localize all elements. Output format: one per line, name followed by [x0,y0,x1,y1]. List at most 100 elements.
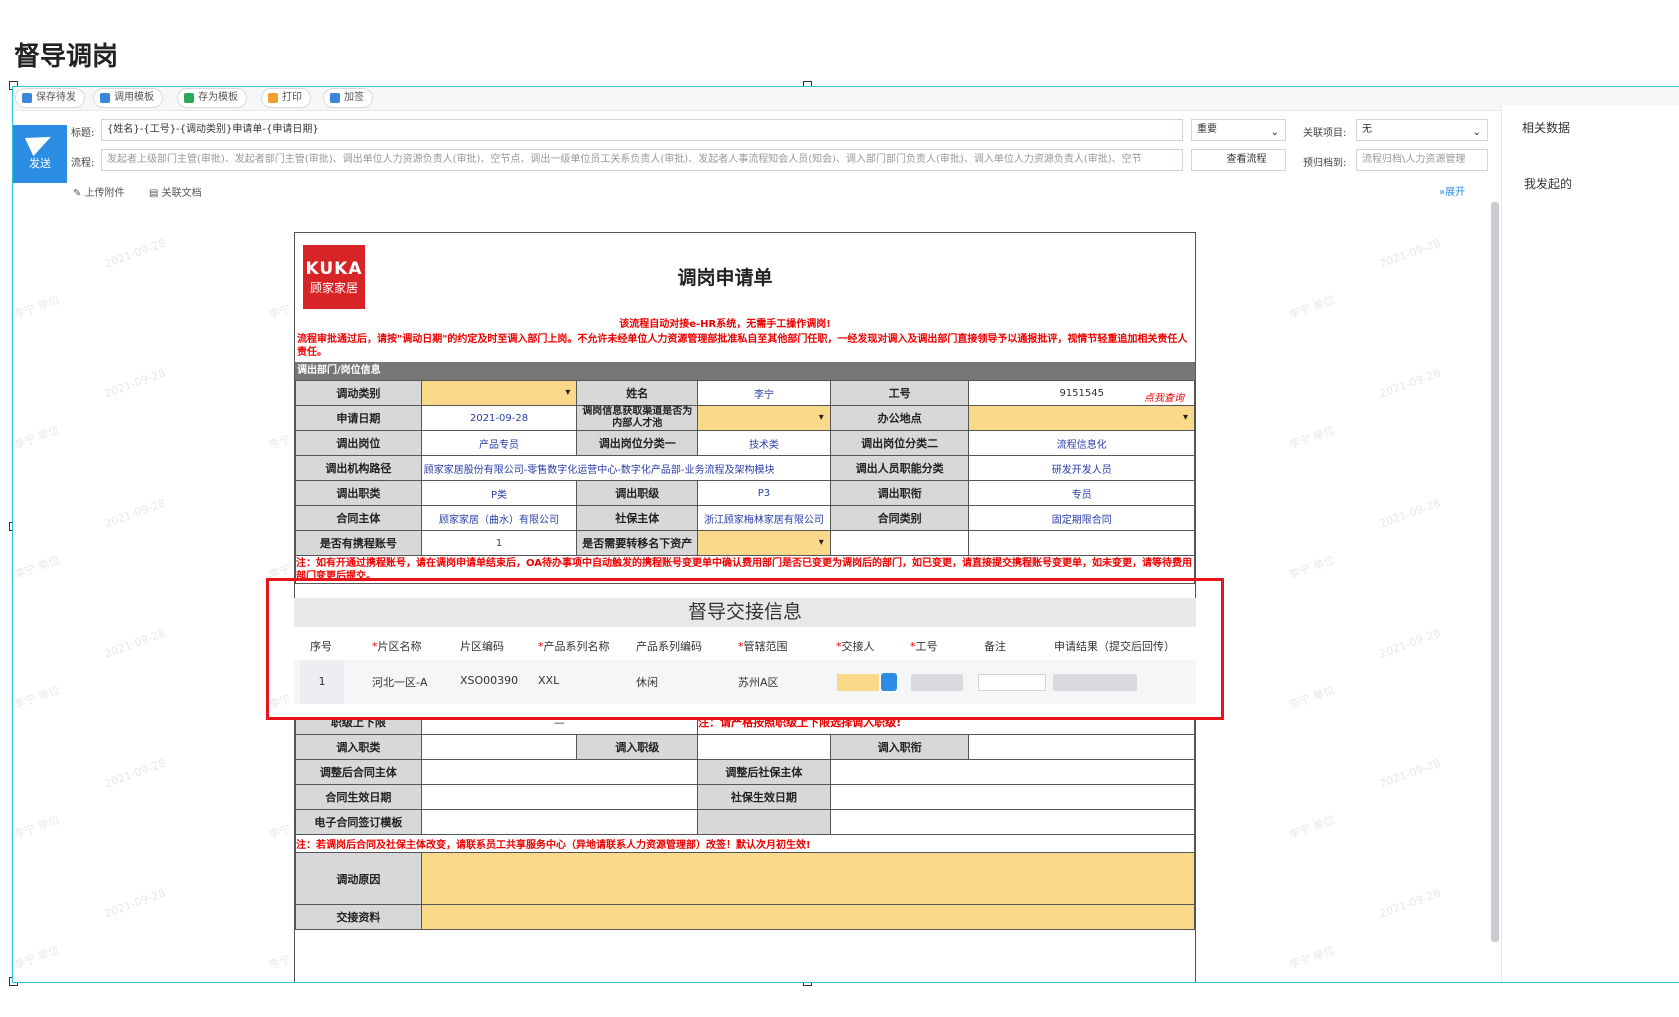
watermark-user: 李宁 单位 [12,553,62,582]
transfer-out-table: 调动类别 ▾ 姓名 李宁 工号 9151545 点我查询 申请日期 2021-09… [295,380,1195,584]
expand-label: 展开 [1445,187,1466,198]
talent-pool-select[interactable]: ▾ [697,405,831,431]
watermark-user: 李宁 单位 [12,943,62,972]
cell-label: 合同类别 [829,505,970,531]
contract-entity-input[interactable] [420,759,699,785]
add-user-icon [330,93,340,103]
embedded-screenshot: 保存待发 调用模板 存为模板 打印 加签 发送 标题: {姓名}-{工号}-{调… [12,86,1679,983]
send-plane-icon [24,127,56,157]
watermark-date: 2021-09-28 [1377,626,1443,661]
transfer-type-select[interactable]: ▾ [420,380,578,406]
watermark-user: 李宁 单位 [1287,683,1337,712]
cell-empty [829,809,1195,835]
cell-label: 调动原因 [295,852,422,905]
flow-label: 流程: [71,158,95,169]
related-project-label: 关联项目: [1303,128,1347,139]
cell-label: 调出职类 [295,480,422,506]
cell-label: 办公地点 [829,405,970,431]
transfer-in-title-input[interactable] [968,734,1195,760]
chevron-down-icon: ▾ [818,537,824,548]
watermark-user: 李宁 单位 [1287,553,1337,582]
chevron-down-icon: ▾ [565,387,571,398]
send-label: 发送 [29,157,51,170]
importance-value: 重要 [1197,124,1217,135]
cell-value: 固定期限合同 [968,505,1195,531]
send-button[interactable]: 发送 [13,125,67,183]
e-contract-template-input[interactable] [420,809,699,835]
related-project-select[interactable]: 无 ⌄ [1356,119,1488,141]
section-header: 调出部门/岗位信息 [295,362,1195,380]
save-draft-button[interactable]: 保存待发 [15,88,85,108]
handover-material-textarea[interactable] [420,904,1195,930]
watermark-date: 2021-09-28 [102,236,168,271]
social-security-entity-input[interactable] [829,759,1195,785]
cell-label: 电子合同签订模板 [295,809,422,835]
title-input[interactable]: {姓名}-{工号}-{调动类别}申请单-{申请日期} [101,119,1183,141]
cell-label: 调整后合同主体 [295,759,422,785]
watermark-date: 2021-09-28 [1377,496,1443,531]
watermark-user: 李宁 单位 [1287,293,1337,322]
cell-value: 专员 [968,480,1195,506]
asset-transfer-select[interactable]: ▾ [697,530,831,556]
upload-attachment-link[interactable]: ✎ 上传附件 [73,184,125,199]
add-sign-button[interactable]: 加签 [323,88,373,108]
cell-label: 调出岗位 [295,430,422,456]
employee-id-cell: 9151545 点我查询 [968,380,1195,406]
cell-label: 调出机构路径 [295,455,422,481]
use-template-button[interactable]: 调用模板 [93,88,163,108]
use-template-label: 调用模板 [114,92,154,103]
cell-label: 调动类别 [295,380,422,406]
cell-label: 是否需要转移名下资产 [576,530,699,556]
printer-icon [268,93,278,103]
vertical-scrollbar[interactable] [1491,202,1499,942]
cell-label: 合同主体 [295,505,422,531]
contract-effective-date-input[interactable] [420,784,699,810]
cell-value: 顾家家居股份有限公司-零售数字化运营中心-数字化产品部-业务流程及架构模块 [420,455,831,481]
flow-input[interactable]: 发起者上级部门主管(审批)、发起者部门主管(审批)、调出单位人力资源负责人(审批… [101,149,1183,171]
watermark-date: 2021-09-28 [102,756,168,791]
cell-value: 李宁 [697,380,831,406]
form-title: 调岗申请单 [677,267,773,289]
expand-link[interactable]: »展开 [1439,183,1465,198]
approval-notice: 流程审批通过后，请按"调动日期"的约定及时至调入部门上岗。不允许未经单位人力资源… [297,334,1188,358]
view-flow-button[interactable]: 查看流程 [1191,149,1286,171]
my-initiated-item[interactable]: 我发起的 [1524,175,1572,192]
chevron-down-icon: ▾ [818,412,824,423]
watermark-date: 2021-09-28 [102,626,168,661]
social-effective-date-input[interactable] [829,784,1195,810]
chevron-down-icon: ⌄ [1472,127,1481,138]
cell-label: 姓名 [576,380,699,406]
transfer-in-grade-input[interactable] [697,734,831,760]
cell-label: 调入职级 [576,734,699,760]
archive-select[interactable]: 流程归档\人力资源管理 [1356,149,1488,171]
watermark-date: 2021-09-28 [1377,756,1443,791]
save-template-button[interactable]: 存为模板 [177,88,247,108]
related-data-panel: 相关数据 我发起的 [1501,105,1679,982]
cell-value: 流程信息化 [968,430,1195,456]
cell-label: 是否有携程账号 [295,530,422,556]
cell-label: 申请日期 [295,405,422,431]
watermark-user: 李宁 单位 [12,293,62,322]
transfer-reason-textarea[interactable] [420,852,1195,905]
contract-note: 注：若调岗后合同及社保主体改变，请联系员工共享服务中心（异地请联系人力资源管理部… [295,834,1195,853]
related-doc-link[interactable]: ▤ 关联文档 [149,184,202,199]
archive-value: 流程归档\人力资源管理 [1362,154,1466,165]
title-label: 标题: [71,128,95,139]
print-button[interactable]: 打印 [261,88,311,108]
transfer-in-class-input[interactable] [420,734,578,760]
cell-label: 交接资料 [295,904,422,930]
chevron-down-icon: ⌄ [1270,127,1279,138]
importance-select[interactable]: 重要 ⌄ [1191,119,1286,141]
chevron-down-icon: ▾ [1182,412,1188,423]
employee-id-value: 9151545 [1059,387,1104,399]
add-sign-label: 加签 [344,92,364,103]
watermark-user: 李宁 单位 [12,423,62,452]
cell-label: 调出岗位分类二 [829,430,970,456]
watermark-date: 2021-09-28 [102,496,168,531]
related-data-tab[interactable]: 相关数据 [1522,119,1570,136]
click-query-link[interactable]: 点我查询 [1144,389,1184,404]
watermark-date: 2021-09-28 [1377,366,1443,401]
cell-value: 研发开发人员 [968,455,1195,481]
cell-value: 浙江顾家梅林家居有限公司 [697,505,831,531]
office-location-select[interactable]: ▾ [968,405,1195,431]
